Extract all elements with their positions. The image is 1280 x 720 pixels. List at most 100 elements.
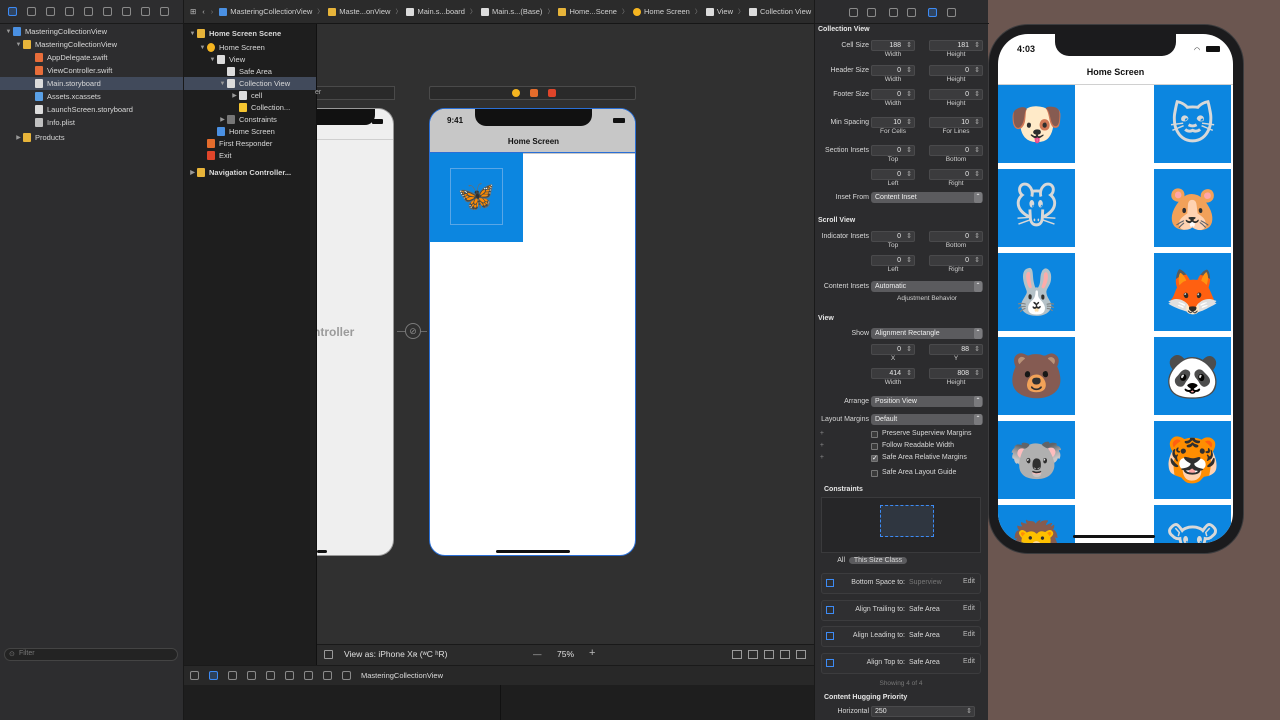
safe_rel-checkbox[interactable]	[871, 454, 878, 462]
location-icon[interactable]	[342, 671, 351, 680]
header-size-first[interactable]: 0	[871, 65, 915, 76]
disclosure-triangle-icon[interactable]: ▼	[188, 31, 197, 37]
frame-size-first[interactable]: 414	[871, 368, 915, 379]
connections-inspector-icon[interactable]	[947, 8, 956, 17]
header-size-second[interactable]: 0	[929, 65, 983, 76]
safe_guide-checkbox[interactable]	[871, 470, 878, 477]
disclosure-triangle-icon[interactable]: ▼	[14, 42, 23, 48]
disclosure-triangle-icon[interactable]: ▶	[218, 116, 227, 123]
hide-debug-area-icon[interactable]	[190, 671, 199, 680]
test-navigator-icon[interactable]	[103, 7, 112, 16]
jumpbar-crumb[interactable]: Home Screen	[633, 7, 690, 16]
zoom-out-button[interactable]: —	[533, 649, 542, 659]
source-control-icon[interactable]	[27, 7, 36, 16]
report-navigator-icon[interactable]	[160, 7, 169, 16]
outline-toggle-icon[interactable]	[324, 650, 333, 659]
embed-in-icon[interactable]	[748, 650, 758, 659]
animal-cell[interactable]: 🐮	[1154, 505, 1231, 543]
indicator-insets-top-bottom-first[interactable]: 0	[871, 231, 915, 242]
animal-cell[interactable]: 🐱	[1154, 85, 1231, 163]
layout-margins-popup[interactable]: Default	[871, 414, 983, 425]
zoom-in-button[interactable]: +	[589, 647, 595, 659]
content-insets-popup[interactable]: Automatic	[871, 281, 983, 292]
forward-arrow-icon[interactable]: ›	[211, 7, 214, 16]
segue-icon[interactable]: ⊘	[405, 323, 421, 339]
navigator-item[interactable]: ▼ MasteringCollectionView	[0, 38, 183, 51]
frame-origin-second[interactable]: 88	[929, 344, 983, 355]
navigator-item[interactable]: ▶ Products	[0, 131, 183, 144]
animal-cell[interactable]: 🐼	[1154, 337, 1231, 415]
animal-cell[interactable]: 🐭	[998, 169, 1075, 247]
indicator-insets-left-right-second[interactable]: 0	[929, 255, 983, 266]
butterfly-image[interactable]: 🦋	[450, 168, 503, 225]
min-spacing-first[interactable]: 10	[871, 117, 915, 128]
arrange-popup[interactable]: Position View	[871, 396, 983, 407]
filter-field[interactable]: ⊙ Filter	[4, 648, 178, 661]
size-inspector-icon[interactable]	[928, 8, 937, 17]
disclosure-triangle-icon[interactable]: ▶	[230, 92, 239, 99]
add-variation-icon[interactable]: +	[818, 430, 824, 437]
file-inspector-icon[interactable]	[849, 8, 858, 17]
collection-cell[interactable]: 🦋	[430, 153, 523, 242]
add-constraints-icon[interactable]	[780, 650, 790, 659]
project-navigator-icon[interactable]	[8, 7, 17, 16]
home-screen-scene[interactable]: 9:41 Home Screen 🦋	[429, 108, 636, 556]
jumpbar-crumb[interactable]: Home...Scene	[558, 7, 617, 16]
view-as-button[interactable]: View as: iPhone Xʀ (ʷC ʰR)	[344, 649, 447, 659]
jumpbar-crumb[interactable]: Main.s...(Base)	[481, 7, 542, 16]
horizontal-priority-field[interactable]: 250	[871, 706, 975, 717]
section-insets-left-right-first[interactable]: 0	[871, 169, 915, 180]
update-frames-icon[interactable]	[732, 650, 742, 659]
animal-cell[interactable]: 🐯	[1154, 421, 1231, 499]
outline-item[interactable]: ▶ Navigation Controller...	[184, 166, 316, 179]
show-popup[interactable]: Alignment Rectangle	[871, 328, 983, 339]
disclosure-triangle-icon[interactable]: ▼	[4, 29, 13, 35]
inset-from-popup[interactable]: Content Inset	[871, 192, 983, 203]
quick-help-icon[interactable]	[867, 8, 876, 17]
animal-cell[interactable]: 🐰	[998, 253, 1075, 331]
left-scene-dock[interactable]: er	[315, 86, 395, 100]
cell-size-first[interactable]: 188	[871, 40, 915, 51]
constraint-edit-button[interactable]: Edit	[959, 578, 975, 585]
section-insets-left-right-second[interactable]: 0	[929, 169, 983, 180]
navigator-item[interactable]: ViewController.swift	[0, 64, 183, 77]
add-variation-icon[interactable]: +	[818, 454, 824, 461]
animal-cell[interactable]: 🦁	[998, 505, 1075, 543]
indicator-insets-left-right-first[interactable]: 0	[871, 255, 915, 266]
jumpbar-crumb[interactable]: Collection View	[749, 7, 811, 16]
step-out-icon[interactable]	[285, 671, 294, 680]
issue-navigator-icon[interactable]	[84, 7, 93, 16]
follow-checkbox[interactable]	[871, 443, 878, 450]
identity-inspector-icon[interactable]	[889, 8, 898, 17]
disclosure-triangle-icon[interactable]: ▼	[218, 81, 227, 87]
constraint-edit-button[interactable]: Edit	[959, 605, 975, 612]
min-spacing-second[interactable]: 10	[929, 117, 983, 128]
all-tab[interactable]: All	[831, 557, 845, 564]
animal-cell[interactable]: 🐻	[998, 337, 1075, 415]
back-arrow-icon[interactable]: ‹	[202, 7, 205, 16]
breakpoint-navigator-icon[interactable]	[141, 7, 150, 16]
symbol-navigator-icon[interactable]	[46, 7, 55, 16]
disclosure-triangle-icon[interactable]: ▼	[198, 45, 207, 51]
home-screen-scene-dock[interactable]	[429, 86, 636, 100]
memory-graph-icon[interactable]	[323, 671, 332, 680]
navigator-item[interactable]: LaunchScreen.storyboard	[0, 103, 183, 116]
indicator-insets-top-bottom-second[interactable]: 0	[929, 231, 983, 242]
animal-cell[interactable]: 🦊	[1154, 253, 1231, 331]
footer-size-first[interactable]: 0	[871, 89, 915, 100]
navigator-item[interactable]: AppDelegate.swift	[0, 51, 183, 64]
disclosure-triangle-icon[interactable]: ▶	[188, 169, 197, 176]
scheme-name[interactable]: MasteringCollectionView	[361, 671, 443, 680]
navigation-controller-scene[interactable]: ntroller	[317, 108, 394, 556]
debug-navigator-icon[interactable]	[122, 7, 131, 16]
navigator-item[interactable]: Main.storyboard	[0, 77, 183, 90]
first-responder-dock-icon[interactable]	[530, 89, 538, 97]
storyboard-canvas[interactable]: er ntroller ⊘ 9:41 Home Screen 🦋	[315, 24, 814, 644]
view-debugger-icon[interactable]	[304, 671, 313, 680]
navigator-item[interactable]: Info.plist	[0, 116, 183, 129]
attributes-inspector-icon[interactable]	[907, 8, 916, 17]
breakpoints-toggle-icon[interactable]	[209, 671, 218, 680]
step-into-icon[interactable]	[266, 671, 275, 680]
preserve-checkbox[interactable]	[871, 431, 878, 438]
resolve-issues-icon[interactable]	[796, 650, 806, 659]
